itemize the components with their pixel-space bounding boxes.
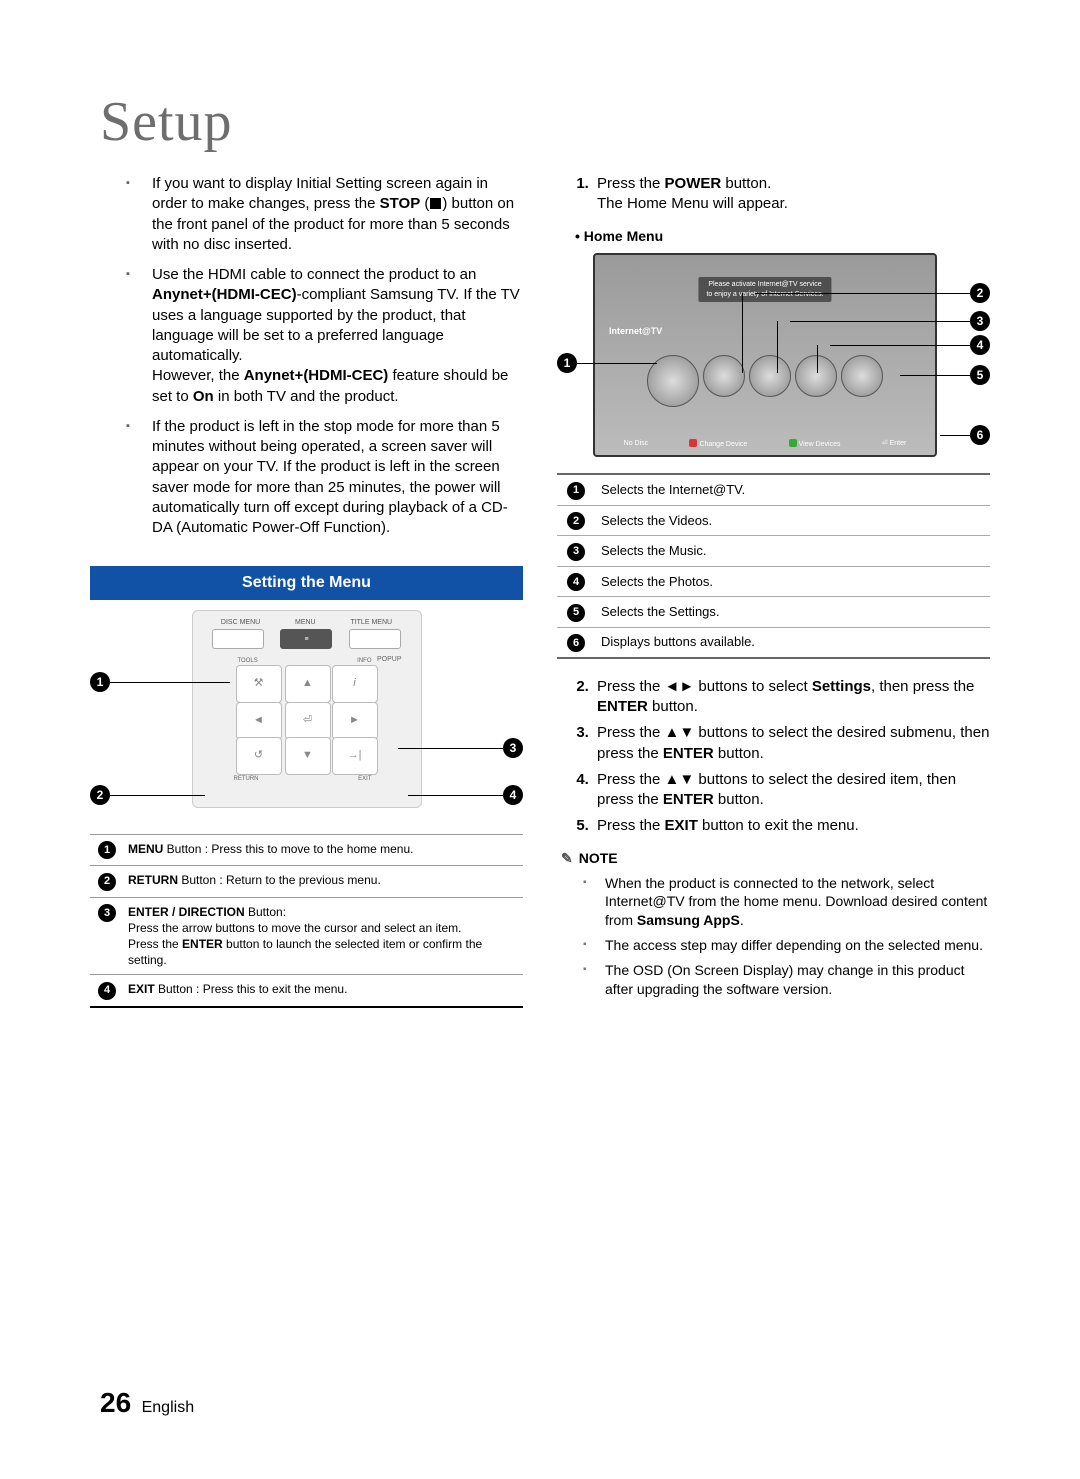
tv-nodisc-label: No Disc	[624, 439, 649, 449]
setup-bullets: If you want to display Initial Setting s…	[90, 174, 523, 538]
step-3: Press the ▲▼ buttons to select the desir…	[593, 723, 990, 764]
home-menu-legend-table: 1Selects the Internet@TV. 2Selects the V…	[557, 473, 990, 659]
disc-menu-button	[212, 629, 264, 649]
tv-callout-5: 5	[970, 365, 990, 385]
tv-callout-4: 4	[970, 335, 990, 355]
label-info: INFO	[357, 657, 371, 665]
legend-number-4: 4	[98, 982, 116, 1000]
remote-diagram: 1 2 3 4 DISC MENU MENU TITLE MENU ≡	[90, 610, 523, 820]
callout-3: 3	[503, 738, 523, 758]
label-tools: TOOLS	[238, 657, 258, 665]
note-2: The access step may differ depending on …	[591, 936, 990, 955]
legend-number-2: 2	[98, 873, 116, 891]
info-button: i	[332, 665, 378, 703]
left-button: ◄	[236, 702, 282, 740]
two-column-layout: If you want to display Initial Setting s…	[90, 174, 990, 1008]
label-return: RETURN	[234, 775, 259, 783]
page-language: English	[142, 1399, 194, 1416]
legend-number-3: 3	[98, 904, 116, 922]
table-row: 3Selects the Music.	[557, 536, 990, 566]
note-list: When the product is connected to the net…	[557, 874, 990, 999]
home-menu-figure: 1 2 3 4 5 6 Please activate Internet@TV …	[557, 253, 990, 457]
note-heading: NOTE	[561, 849, 990, 868]
tv-enter-label: Enter	[890, 440, 907, 447]
videos-icon	[703, 355, 745, 397]
bullet-screensaver: If the product is left in the stop mode …	[138, 417, 523, 539]
note-3: The OSD (On Screen Display) may change i…	[591, 961, 990, 999]
step-2: Press the ◄► buttons to select Settings,…	[593, 677, 990, 718]
legend-number-1: 1	[98, 841, 116, 859]
tv-bottom-bar: No Disc Change Device View Devices ⏎ Ent…	[595, 439, 935, 449]
tv-callout-1: 1	[557, 353, 577, 373]
page-title: Setup	[100, 90, 990, 154]
home-menu-heading: • Home Menu	[575, 227, 990, 246]
step-5: Press the EXIT button to exit the menu.	[593, 816, 990, 836]
steps-list-cont: Press the ◄► buttons to select Settings,…	[557, 677, 990, 837]
table-row: 5Selects the Settings.	[557, 597, 990, 627]
callout-2: 2	[90, 785, 110, 805]
steps-list: Press the POWER button. The Home Menu wi…	[557, 174, 990, 215]
table-row: 1 MENU Button : Press this to move to th…	[90, 834, 523, 865]
stop-icon	[430, 198, 441, 209]
table-row: 2 RETURN Button : Return to the previous…	[90, 866, 523, 897]
table-row: 2Selects the Videos.	[557, 505, 990, 535]
tv-internet-label: Internet@TV	[609, 325, 662, 337]
label-menu: MENU	[295, 618, 316, 627]
exit-button: →|	[332, 737, 378, 775]
label-exit: EXIT	[358, 775, 371, 783]
remote-legend-table: 1 MENU Button : Press this to move to th…	[90, 834, 523, 1008]
settings-icon	[841, 355, 883, 397]
table-row: 4 EXIT Button : Press this to exit the m…	[90, 975, 523, 1007]
right-button: ►	[332, 702, 378, 740]
photos-icon	[795, 355, 837, 397]
return-button: ↺	[236, 737, 282, 775]
page-footer: 26 English	[100, 1387, 194, 1419]
step-4: Press the ▲▼ buttons to select the desir…	[593, 770, 990, 811]
step-1: Press the POWER button. The Home Menu wi…	[593, 174, 990, 215]
label-popup: POPUP	[377, 655, 402, 664]
tv-callout-6: 6	[970, 425, 990, 445]
manual-page: Setup If you want to display Initial Set…	[0, 0, 1080, 1479]
table-row: 6Displays buttons available.	[557, 627, 990, 658]
menu-button: ≡	[280, 629, 332, 649]
callout-4: 4	[503, 785, 523, 805]
tv-change-device-label: Change Device	[699, 441, 747, 448]
bullet-anynet: Use the HDMI cable to connect the produc…	[138, 265, 523, 407]
table-row: 4Selects the Photos.	[557, 566, 990, 596]
page-number: 26	[100, 1387, 131, 1418]
title-menu-button	[349, 629, 401, 649]
enter-button: ⏎	[285, 702, 331, 740]
table-row: 1Selects the Internet@TV.	[557, 474, 990, 505]
dpad: TOOLS INFO RETURN EXIT ⚒ ▲ i ◄ ⏎ ► ↺ ▼ →…	[232, 665, 382, 775]
label-title-menu: TITLE MENU	[350, 618, 392, 627]
tv-view-devices-label: View Devices	[799, 441, 841, 448]
table-row: 3 ENTER / DIRECTION Button: Press the ar…	[90, 897, 523, 975]
up-button: ▲	[285, 665, 331, 703]
right-column: Press the POWER button. The Home Menu wi…	[557, 174, 990, 1008]
down-button: ▼	[285, 737, 331, 775]
tv-screenshot: Please activate Internet@TV service to e…	[593, 253, 937, 457]
tv-callout-2: 2	[970, 283, 990, 303]
tools-button: ⚒	[236, 665, 282, 703]
note-1: When the product is connected to the net…	[591, 874, 990, 931]
left-column: If you want to display Initial Setting s…	[90, 174, 523, 1008]
tv-callout-3: 3	[970, 311, 990, 331]
section-title-bar: Setting the Menu	[90, 566, 523, 600]
label-disc-menu: DISC MENU	[221, 618, 260, 627]
callout-1: 1	[90, 672, 110, 692]
bullet-stop: If you want to display Initial Setting s…	[138, 174, 523, 255]
remote-body: DISC MENU MENU TITLE MENU ≡ POPUP TOOLS	[192, 610, 422, 808]
tv-banner: Please activate Internet@TV service to e…	[698, 277, 831, 302]
music-icon	[749, 355, 791, 397]
